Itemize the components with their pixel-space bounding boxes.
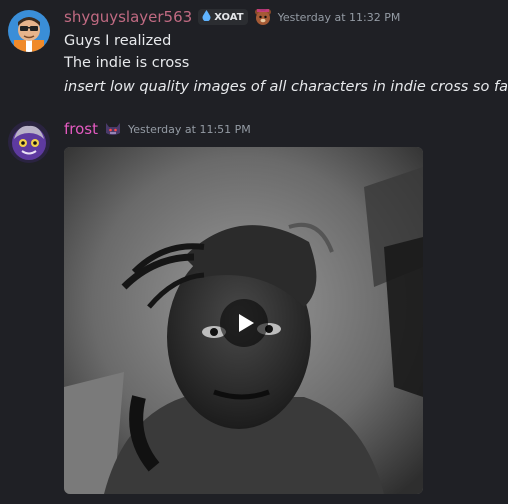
username[interactable]: shyguyslayer563 [64,8,192,26]
message-text: The indie is cross [64,55,190,71]
water-drop-icon [202,10,211,24]
play-icon [239,314,254,332]
cat-role-icon[interactable] [104,120,122,138]
avatar[interactable] [8,10,50,52]
bear-role-icon[interactable] [254,8,272,26]
avatar[interactable] [8,121,50,163]
timestamp[interactable]: Yesterday at 11:32 PM [278,11,401,24]
user-avatar-image [8,121,50,163]
chat-log: shyguyslayer563 XOAT Yesterday at 11:32 … [0,0,508,504]
play-button[interactable] [220,299,268,347]
message-text: Guys I realized [64,33,172,49]
username[interactable]: frost [64,120,98,138]
user-avatar-image [8,10,50,52]
server-tag-label: XOAT [214,11,244,23]
message-item: shyguyslayer563 XOAT Yesterday at 11:32 … [0,0,508,110]
video-attachment[interactable] [64,147,423,494]
message-header: frost Yesterday at 11:51 PM [64,120,251,138]
server-tag[interactable]: XOAT [198,9,248,25]
timestamp[interactable]: Yesterday at 11:51 PM [128,123,251,136]
message-text: insert low quality images of all charact… [64,79,508,95]
message-header: shyguyslayer563 XOAT Yesterday at 11:32 … [64,8,400,26]
